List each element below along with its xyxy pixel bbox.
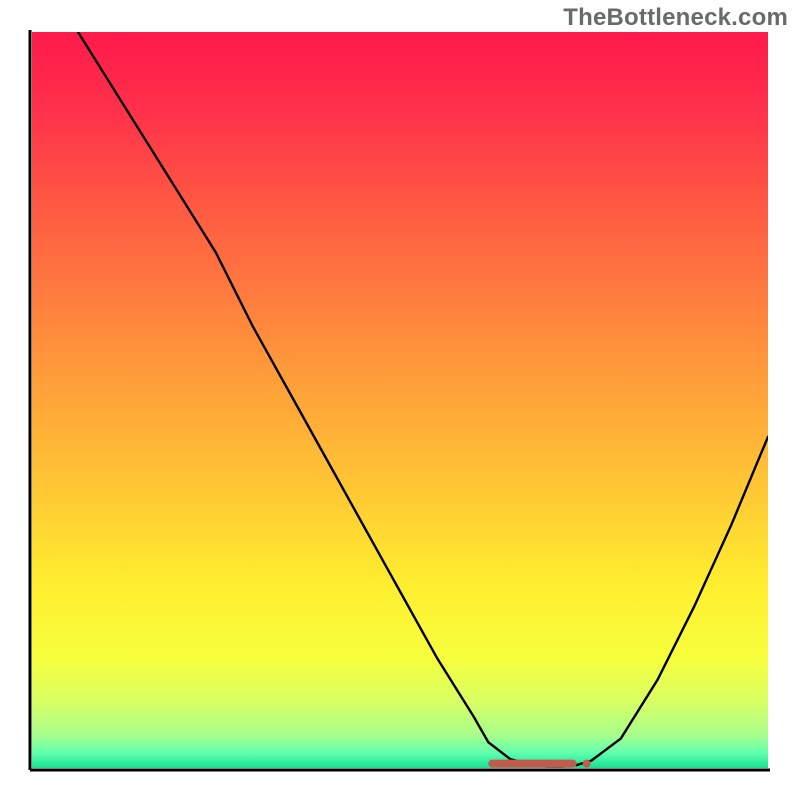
chart-frame: TheBottleneck.com — [0, 0, 800, 800]
plot-area — [32, 32, 768, 768]
gradient-background — [32, 32, 768, 768]
plot-svg — [32, 32, 768, 768]
min-marker — [488, 760, 590, 768]
watermark-text: TheBottleneck.com — [563, 4, 788, 32]
